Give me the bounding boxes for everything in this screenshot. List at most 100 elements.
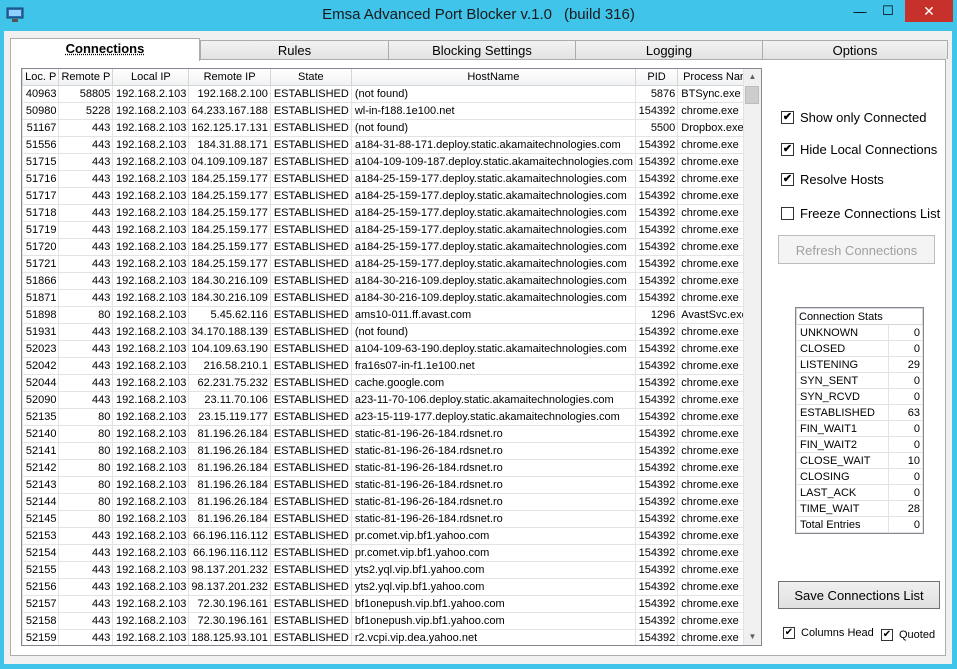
- stats-label: CLOSING: [796, 468, 889, 485]
- col-header-pid[interactable]: PID: [634, 69, 679, 86]
- cell-local-port: 52153: [22, 527, 60, 545]
- table-row[interactable]: 52135 80 192.168.2.103 23.15.119.177 ESTABLI…: [22, 408, 761, 426]
- col-header-hostname[interactable]: HostName: [350, 69, 636, 86]
- table-row[interactable]: 51716 443 192.168.2.103 184.25.159.177 ESTAB…: [22, 170, 761, 188]
- table-row[interactable]: 51898 80 192.168.2.103 5.45.62.116 ESTABLISH…: [22, 306, 761, 324]
- cell-state: ESTABLISHED: [269, 204, 352, 222]
- cell-local-port: 52157: [22, 595, 60, 613]
- cell-local-port: 51719: [22, 221, 60, 239]
- table-row[interactable]: 52145 80 192.168.2.103 81.196.26.184 ESTABLI…: [22, 510, 761, 528]
- table-row[interactable]: 52159 443 192.168.2.103 188.125.93.101 ESTAB…: [22, 629, 761, 645]
- refresh-connections-button[interactable]: Refresh Connections: [778, 235, 935, 264]
- cell-hostname: a104-109-109-187.deploy.static.akamaitec…: [350, 153, 636, 171]
- cell-pid: 154392: [634, 374, 679, 392]
- tab-connections[interactable]: Connections: [10, 38, 200, 61]
- cell-remote-ip: 04.109.109.187: [188, 153, 271, 171]
- minimize-button[interactable]: —: [846, 0, 874, 22]
- table-row[interactable]: 51871 443 192.168.2.103 184.30.216.109 ESTAB…: [22, 289, 761, 307]
- cell-remote-ip: 66.196.116.112: [188, 527, 271, 545]
- col-header-remote-ip[interactable]: Remote IP: [188, 69, 271, 86]
- table-row[interactable]: 51556 443 192.168.2.103 184.31.88.171 ESTABL…: [22, 136, 761, 154]
- table-row[interactable]: 52154 443 192.168.2.103 66.196.116.112 ESTAB…: [22, 544, 761, 562]
- stats-row: TIME_WAIT 28: [796, 500, 923, 517]
- cell-local-port: 52044: [22, 374, 60, 392]
- connection-stats-table: Connection Stats UNKNOWN 0 CLOSED 0 LISTENIN…: [795, 307, 924, 534]
- cell-local-ip: 192.168.2.103: [112, 85, 190, 103]
- cell-pid: 154392: [634, 272, 679, 290]
- cell-pid: 154392: [634, 153, 679, 171]
- table-row[interactable]: 51715 443 192.168.2.103 04.109.109.187 ESTAB…: [22, 153, 761, 171]
- tab-options[interactable]: Options: [762, 40, 948, 59]
- cell-remote-port: 80: [58, 493, 114, 511]
- maximize-button[interactable]: ☐: [874, 0, 902, 22]
- table-row[interactable]: 52153 443 192.168.2.103 66.196.116.112 ESTAB…: [22, 527, 761, 545]
- cell-pid: 154392: [634, 442, 679, 460]
- table-row[interactable]: 52023 443 192.168.2.103 104.109.63.190 ESTAB…: [22, 340, 761, 358]
- show-only-connected-checkbox[interactable]: ✔ Show only Connected: [781, 110, 926, 125]
- table-row[interactable]: 51720 443 192.168.2.103 184.25.159.177 ESTAB…: [22, 238, 761, 256]
- table-row[interactable]: 52090 443 192.168.2.103 23.11.70.106 ESTABLI…: [22, 391, 761, 409]
- hide-local-connections-checkbox[interactable]: ✔ Hide Local Connections: [781, 142, 937, 157]
- save-connections-button[interactable]: Save Connections List: [778, 581, 940, 609]
- cell-pid: 154392: [634, 459, 679, 477]
- cell-remote-port: 443: [58, 357, 114, 375]
- table-row[interactable]: 52158 443 192.168.2.103 72.30.196.161 ESTABL…: [22, 612, 761, 630]
- col-header-remote-port[interactable]: Remote P: [58, 69, 114, 86]
- col-header-local-port[interactable]: Loc. P: [22, 69, 60, 86]
- table-row[interactable]: 51717 443 192.168.2.103 184.25.159.177 ESTAB…: [22, 187, 761, 205]
- table-row[interactable]: 51167 443 192.168.2.103 162.125.17.131 ESTAB…: [22, 119, 761, 137]
- cell-pid: 154392: [634, 340, 679, 358]
- checkbox-label: Quoted: [899, 629, 936, 641]
- col-header-state[interactable]: State: [269, 69, 352, 86]
- cell-state: ESTABLISHED: [269, 119, 352, 137]
- table-row[interactable]: 52157 443 192.168.2.103 72.30.196.161 ESTABL…: [22, 595, 761, 613]
- freeze-connections-checkbox[interactable]: Freeze Connections List: [781, 206, 940, 221]
- table-row[interactable]: 52142 80 192.168.2.103 81.196.26.184 ESTABLI…: [22, 459, 761, 477]
- cell-remote-port: 443: [58, 595, 114, 613]
- table-row[interactable]: 51718 443 192.168.2.103 184.25.159.177 ESTAB…: [22, 204, 761, 222]
- cell-local-ip: 192.168.2.103: [112, 340, 190, 358]
- cell-local-ip: 192.168.2.103: [112, 544, 190, 562]
- minimize-icon: —: [853, 3, 867, 19]
- cell-local-ip: 192.168.2.103: [112, 119, 190, 137]
- cell-remote-port: 80: [58, 442, 114, 460]
- connections-grid[interactable]: Loc. P Remote P Local IP Remote IP State…: [21, 68, 762, 646]
- table-row[interactable]: 52140 80 192.168.2.103 81.196.26.184 ESTABLI…: [22, 425, 761, 443]
- cell-hostname: bf1onepush.vip.bf1.yahoo.com: [350, 595, 636, 613]
- cell-pid: 154392: [634, 204, 679, 222]
- table-row[interactable]: 52144 80 192.168.2.103 81.196.26.184 ESTABLI…: [22, 493, 761, 511]
- vertical-scrollbar[interactable]: ▲ ▼: [743, 69, 761, 645]
- col-header-local-ip[interactable]: Local IP: [112, 69, 190, 86]
- table-row[interactable]: 52141 80 192.168.2.103 81.196.26.184 ESTABLI…: [22, 442, 761, 460]
- table-row[interactable]: 52042 443 192.168.2.103 216.58.210.1 ESTABLI…: [22, 357, 761, 375]
- cell-remote-ip: 81.196.26.184: [188, 459, 271, 477]
- columns-head-checkbox[interactable]: ✔ Columns Head: [783, 627, 874, 639]
- table-row[interactable]: 52044 443 192.168.2.103 62.231.75.232 ESTABL…: [22, 374, 761, 392]
- scroll-down-icon[interactable]: ▼: [744, 629, 761, 645]
- close-button[interactable]: ✕: [905, 0, 953, 22]
- cell-local-ip: 192.168.2.103: [112, 510, 190, 528]
- title-bar[interactable]: Emsa Advanced Port Blocker v.1.0 (build 3…: [0, 0, 957, 31]
- cell-hostname: pr.comet.vip.bf1.yahoo.com: [350, 544, 636, 562]
- table-row[interactable]: 40963 58805 192.168.2.103 192.168.2.100 ESTA…: [22, 85, 761, 103]
- table-row[interactable]: 52155 443 192.168.2.103 98.137.201.232 ESTAB…: [22, 561, 761, 579]
- cell-pid: 154392: [634, 391, 679, 409]
- tab-blocking-settings[interactable]: Blocking Settings: [388, 40, 576, 59]
- resolve-hosts-checkbox[interactable]: ✔ Resolve Hosts: [781, 172, 884, 187]
- quoted-checkbox[interactable]: ✔ Quoted: [881, 629, 935, 641]
- tab-logging[interactable]: Logging: [575, 40, 763, 59]
- stats-value: 0: [888, 340, 923, 357]
- table-row[interactable]: 51866 443 192.168.2.103 184.30.216.109 ESTAB…: [22, 272, 761, 290]
- scroll-thumb[interactable]: [745, 86, 759, 104]
- tab-rules[interactable]: Rules: [200, 40, 389, 59]
- table-row[interactable]: 51719 443 192.168.2.103 184.25.159.177 ESTAB…: [22, 221, 761, 239]
- cell-state: ESTABLISHED: [269, 170, 352, 188]
- table-row[interactable]: 50980 5228 192.168.2.103 64.233.167.188 ESTA…: [22, 102, 761, 120]
- table-row[interactable]: 52156 443 192.168.2.103 98.137.201.232 ESTAB…: [22, 578, 761, 596]
- cell-local-ip: 192.168.2.103: [112, 306, 190, 324]
- table-row[interactable]: 51721 443 192.168.2.103 184.25.159.177 ESTAB…: [22, 255, 761, 273]
- table-row[interactable]: 51931 443 192.168.2.103 34.170.188.139 ESTAB…: [22, 323, 761, 341]
- cell-hostname: static-81-196-26-184.rdsnet.ro: [350, 493, 636, 511]
- table-row[interactable]: 52143 80 192.168.2.103 81.196.26.184 ESTABLI…: [22, 476, 761, 494]
- scroll-up-icon[interactable]: ▲: [744, 69, 761, 85]
